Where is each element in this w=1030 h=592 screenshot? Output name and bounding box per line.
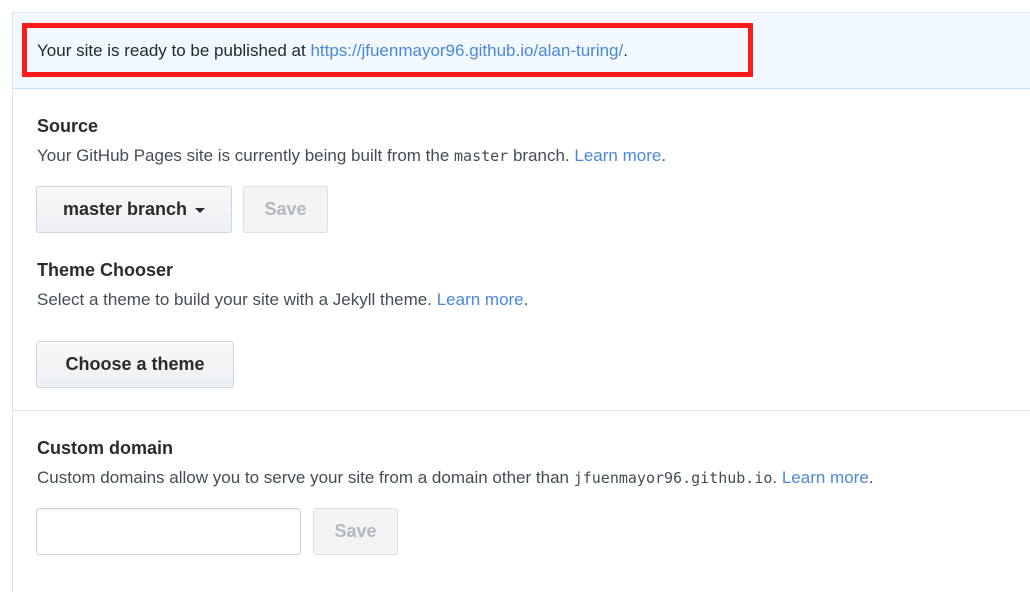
- theme-desc-text: Select a theme to build your site with a…: [37, 290, 437, 309]
- custom-domain-desc-prefix: Custom domains allow you to serve your s…: [37, 468, 574, 487]
- pages-settings-panel: Your site is ready to be published at ht…: [12, 12, 1030, 592]
- red-highlight-box: [22, 23, 753, 77]
- source-save-button[interactable]: Save: [243, 186, 328, 233]
- choose-theme-button[interactable]: Choose a theme: [36, 341, 234, 388]
- theme-title: Theme Chooser: [37, 260, 174, 280]
- source-learn-more-suffix: .: [661, 146, 667, 165]
- custom-domain-learn-more-suffix: .: [868, 468, 874, 487]
- choose-theme-label: Choose a theme: [65, 354, 205, 374]
- source-save-label: Save: [264, 199, 307, 219]
- source-learn-more-link[interactable]: Learn more: [574, 146, 661, 165]
- custom-domain-save-button[interactable]: Save: [313, 508, 398, 555]
- custom-domain-learn-more-link[interactable]: Learn more: [782, 468, 869, 487]
- branch-select-label: master branch: [62, 199, 188, 219]
- custom-domain-save-label: Save: [334, 521, 377, 541]
- source-desc-prefix: Your GitHub Pages site is currently bein…: [37, 146, 455, 165]
- custom-domain-description: Custom domains allow you to serve your s…: [37, 467, 874, 489]
- branch-select-button[interactable]: master branch: [36, 186, 232, 233]
- custom-domain-section: Custom domain Custom domains allow you t…: [37, 437, 874, 489]
- branch-code: master: [454, 147, 509, 165]
- theme-description: Select a theme to build your site with a…: [37, 289, 528, 311]
- source-desc-suffix: branch.: [508, 146, 575, 165]
- theme-learn-more-suffix: .: [523, 290, 529, 309]
- caret-down-icon: [195, 208, 206, 213]
- source-section: Source Your GitHub Pages site is current…: [37, 115, 666, 167]
- source-title: Source: [37, 116, 99, 136]
- theme-section: Theme Chooser Select a theme to build yo…: [37, 259, 528, 311]
- source-description: Your GitHub Pages site is currently bein…: [37, 145, 666, 167]
- theme-learn-more-link[interactable]: Learn more: [437, 290, 524, 309]
- custom-domain-input[interactable]: [36, 508, 301, 555]
- custom-domain-desc-suffix: .: [772, 468, 782, 487]
- section-divider: [13, 410, 1030, 411]
- domain-code: jfuenmayor96.github.io: [573, 469, 773, 487]
- custom-domain-title: Custom domain: [37, 438, 174, 458]
